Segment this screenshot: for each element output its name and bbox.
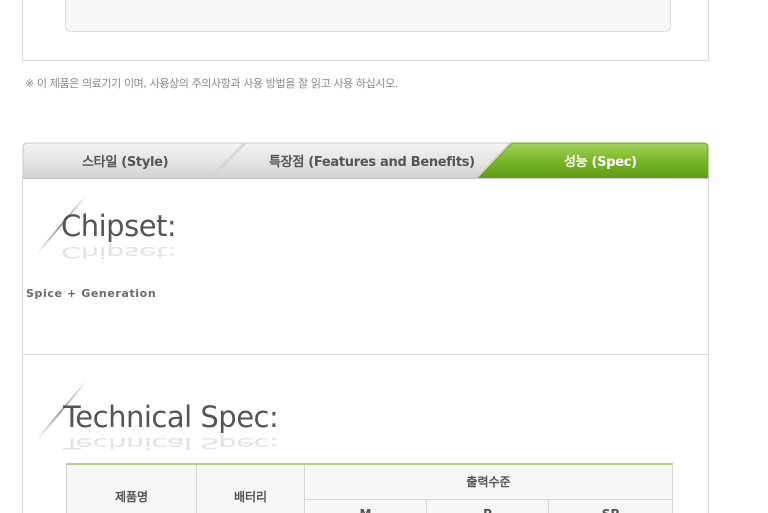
column-header-battery: 배터리 — [196, 463, 305, 513]
technical-spec-panel: Technical Spec: Technical Spec: 제품명 배터리 … — [22, 355, 709, 513]
column-header-product: 제품명 — [66, 463, 197, 513]
tab-features[interactable]: 특장점 (Features and Benefits) — [269, 151, 475, 170]
technical-spec-heading: Technical Spec: — [63, 400, 279, 434]
column-header-output-level: 출력수준 — [303, 463, 674, 500]
spec-table: 제품명 배터리 출력수준 M P SP — [66, 463, 674, 513]
product-tabs: 스타일 (Style) 특장점 (Features and Benefits) … — [22, 142, 709, 179]
output-level-m: M — [304, 498, 427, 513]
chipset-value: Spice + Generation — [26, 287, 157, 300]
tab-style[interactable]: 스타일 (Style) — [82, 151, 169, 170]
chipset-heading: Chipset: — [61, 209, 177, 243]
chipset-heading-reflection: Chipset: — [61, 243, 177, 262]
technical-spec-heading-reflection: Technical Spec: — [63, 434, 279, 453]
output-level-p: P — [426, 498, 549, 513]
output-level-sp: SP — [547, 498, 674, 513]
previous-section-inner-box — [65, 0, 671, 32]
medical-device-notice: ※ 이 제품은 의료기기 이며, 사용상의 주의사항과 사용 방법을 잘 읽고 … — [25, 77, 398, 90]
chipset-panel: Chipset: Chipset: Spice + Generation — [22, 179, 709, 355]
tab-spec[interactable]: 성능 (Spec) — [564, 151, 637, 170]
